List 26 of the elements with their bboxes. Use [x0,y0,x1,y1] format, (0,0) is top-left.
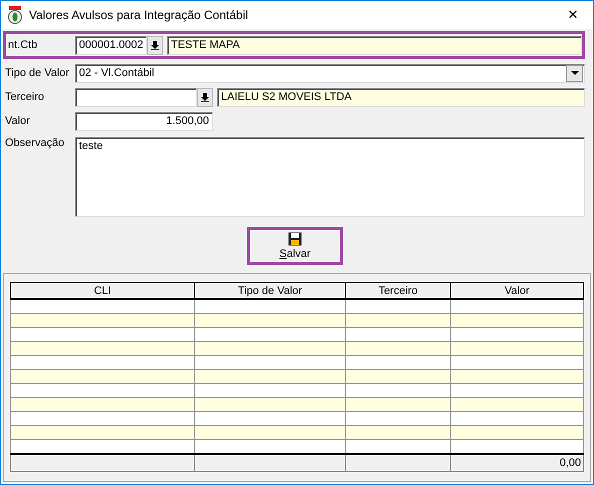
window-title: Valores Avulsos para Integração Contábil [29,8,250,22]
input-field[interactable]: 1.500,00 [75,112,213,130]
save-button[interactable]: Salvar [247,227,343,265]
column-header[interactable]: Terceiro [346,282,450,299]
lookup-button[interactable] [197,88,213,106]
download-arrow-icon [151,40,159,50]
input-field[interactable]: 000001.0002 [75,36,147,54]
column-header[interactable]: Valor [450,282,584,299]
column-header[interactable]: Tipo de Valor [194,282,346,299]
column-header[interactable]: CLI [10,282,194,299]
field-label: Observação [5,137,66,149]
description-field: TESTE MAPA [167,36,582,54]
close-button[interactable]: ✕ [553,1,593,29]
total-cell: 0,00 [450,454,584,472]
dropdown[interactable]: 02 - Vl.Contábil [75,64,585,82]
field-label: Terceiro [5,91,46,103]
input-field[interactable] [75,88,197,106]
text-area[interactable]: teste [75,137,585,217]
dropdown-arrow-icon [570,71,578,75]
field-label: Valor [5,115,31,127]
lookup-button[interactable] [147,36,163,54]
download-arrow-icon [201,92,209,102]
field-label: nt.Ctb [8,39,38,51]
description-field: LAIELU S2 MOVEIS LTDA [217,88,585,106]
app-icon [7,6,23,24]
field-label: Tipo de Valor [5,67,70,79]
